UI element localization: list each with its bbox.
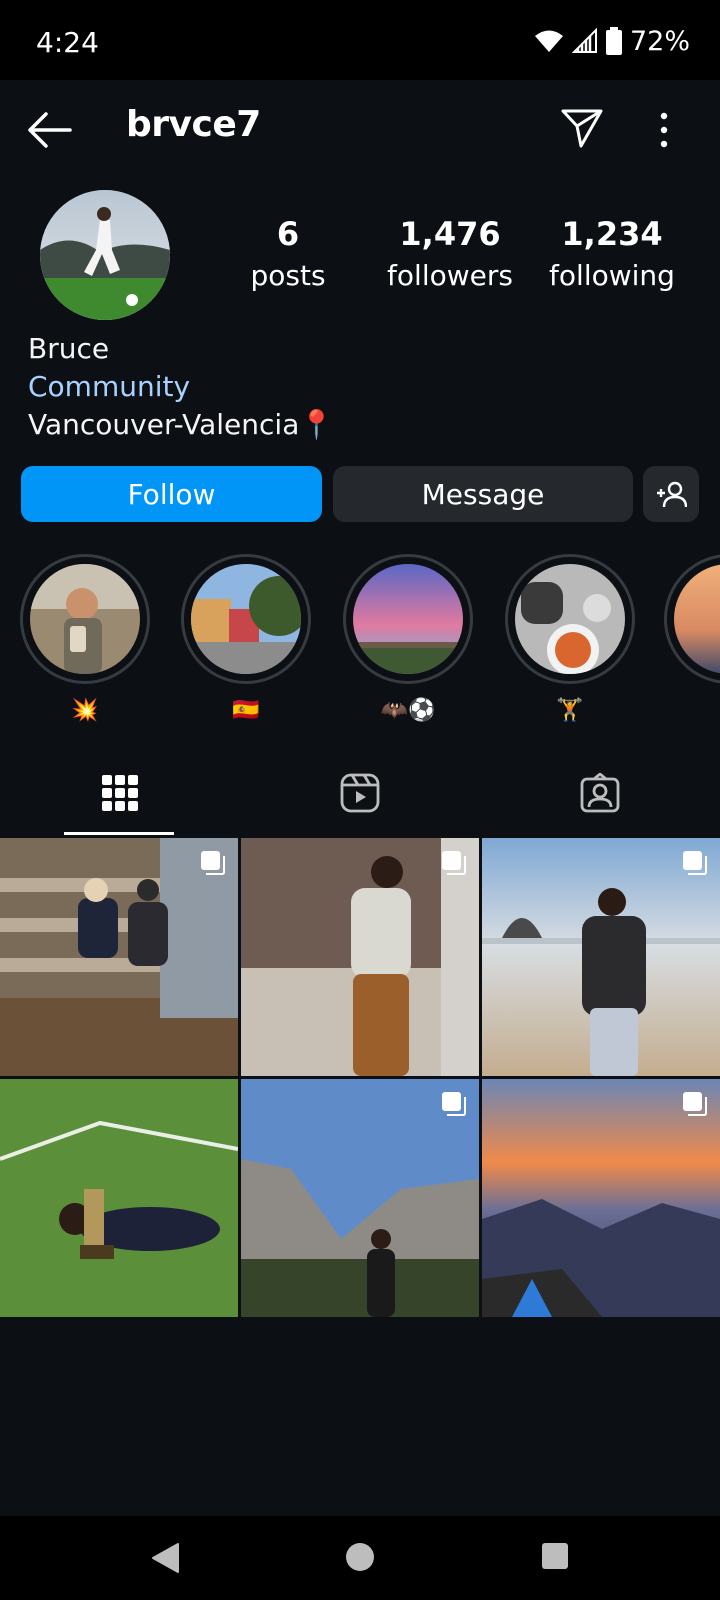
signal-icon — [571, 28, 597, 53]
highlight-ring — [505, 554, 635, 684]
post-thumbnail[interactable] — [482, 838, 720, 1076]
grid-icon — [102, 775, 138, 811]
tab-reels[interactable] — [240, 750, 480, 836]
highlight-cover — [353, 564, 463, 674]
highlight-ring — [664, 554, 720, 684]
tab-posts-grid[interactable] — [0, 750, 240, 836]
multiple-posts-icon — [683, 1092, 707, 1116]
add-person-icon — [657, 481, 687, 508]
more-options-icon[interactable] — [650, 108, 678, 152]
highlight-item[interactable]: 🇪🇸 — [180, 554, 312, 726]
stat-followers[interactable]: 1,476 followers — [370, 212, 530, 296]
highlight-item[interactable]: 🦇⚽ — [342, 554, 474, 726]
battery-icon — [605, 27, 622, 55]
profile-bio: Bruce Community Vancouver-Valencia📍 — [28, 330, 334, 444]
avatar-photo — [40, 190, 170, 320]
highlight-caption: 🏋 — [556, 698, 584, 723]
send-message-icon[interactable] — [560, 106, 604, 150]
highlight-caption: 🇪🇸 — [232, 698, 260, 723]
nav-recents-icon[interactable] — [542, 1543, 568, 1569]
multiple-posts-icon — [442, 851, 466, 875]
highlight-cover — [191, 564, 301, 674]
highlight-ring — [343, 554, 473, 684]
highlight-cover — [674, 564, 720, 674]
highlight-item[interactable]: 💥 — [19, 554, 151, 726]
status-time: 4:24 — [36, 26, 99, 59]
followers-count: 1,476 — [399, 215, 501, 253]
suggested-users-button[interactable] — [643, 466, 699, 522]
stat-posts[interactable]: 6 posts — [208, 212, 368, 296]
reels-icon — [340, 773, 380, 813]
profile-avatar[interactable] — [40, 190, 170, 320]
multiple-posts-icon — [683, 851, 707, 875]
system-nav-bar — [0, 1516, 720, 1600]
post-thumbnail[interactable] — [482, 1079, 720, 1317]
profile-tabs — [0, 750, 720, 836]
highlight-item[interactable]: 🏋 — [504, 554, 636, 726]
tagged-icon — [580, 773, 620, 813]
message-button[interactable]: Message — [333, 466, 633, 522]
post-thumbnail[interactable] — [241, 838, 479, 1076]
highlight-item[interactable] — [664, 554, 720, 696]
tab-tagged[interactable] — [480, 750, 720, 836]
highlight-caption: 💥 — [71, 698, 99, 723]
profile-category[interactable]: Community — [28, 368, 334, 406]
nav-back-icon[interactable] — [150, 1542, 180, 1574]
follow-button[interactable]: Follow — [21, 466, 322, 522]
active-tab-indicator — [64, 832, 174, 835]
following-label: following — [549, 259, 675, 292]
highlight-cover — [515, 564, 625, 674]
wifi-icon — [534, 30, 563, 52]
highlight-cover — [30, 564, 140, 674]
post-thumbnail[interactable] — [241, 1079, 479, 1317]
highlight-caption: 🦇⚽ — [380, 698, 436, 723]
posts-count: 6 — [276, 215, 300, 253]
multiple-posts-icon — [442, 1092, 466, 1116]
battery-percent: 72% — [629, 25, 690, 57]
post-thumbnail[interactable] — [0, 1079, 238, 1317]
profile-name: Bruce — [28, 332, 110, 365]
profile-location: Vancouver-Valencia📍 — [28, 408, 335, 441]
back-arrow-icon[interactable] — [26, 110, 72, 150]
highlight-ring — [20, 554, 150, 684]
post-thumbnail[interactable] — [0, 838, 238, 1076]
status-icons: 72% — [534, 24, 690, 58]
profile-username: brvce7 — [126, 104, 261, 145]
following-count: 1,234 — [561, 215, 663, 253]
multiple-posts-icon — [201, 851, 225, 875]
stat-following[interactable]: 1,234 following — [532, 212, 692, 296]
status-bar: 4:24 72% — [0, 0, 720, 80]
nav-home-icon[interactable] — [345, 1542, 375, 1572]
profile-header: brvce7 — [0, 80, 720, 180]
followers-label: followers — [387, 259, 513, 292]
posts-label: posts — [250, 259, 326, 292]
highlight-ring — [181, 554, 311, 684]
